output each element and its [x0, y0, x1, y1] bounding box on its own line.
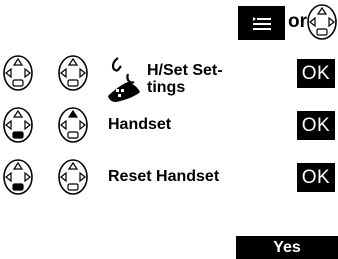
ok-button[interactable]: OK: [297, 163, 335, 192]
navigation-key-icon: [58, 159, 88, 195]
navigation-key-icon: [3, 107, 33, 143]
navigation-key-row2-a[interactable]: [2, 106, 34, 144]
navigation-key-icon: [58, 55, 88, 91]
navigation-key-row1-b[interactable]: [57, 54, 89, 92]
menu-item-label-line1: H/Set Set-: [147, 62, 223, 79]
navigation-key-row1-a[interactable]: [2, 54, 34, 92]
menu-key[interactable]: [238, 6, 285, 40]
navigation-key-row3-a[interactable]: [2, 158, 34, 196]
menu-item-label-line2: tings: [147, 79, 186, 96]
yes-softkey[interactable]: Yes: [236, 236, 338, 259]
navigation-key-top[interactable]: [306, 3, 338, 41]
navigation-key-row2-b[interactable]: [57, 106, 89, 144]
ok-button[interactable]: OK: [297, 111, 335, 140]
navigation-key-row3-b[interactable]: [57, 158, 89, 196]
navigation-key-icon: [3, 159, 33, 195]
menu-item-handset-settings: H/Set Set- tings: [147, 62, 223, 96]
menu-item-handset: Handset: [108, 116, 172, 133]
menu-key-icon: [252, 17, 271, 30]
ok-button[interactable]: OK: [297, 59, 335, 88]
menu-item-reset-handset: Reset Handset: [108, 168, 220, 185]
navigation-key-icon: [3, 55, 33, 91]
handset-icon: [106, 56, 144, 104]
navigation-key-icon: [58, 107, 88, 143]
navigation-key-icon: [307, 4, 337, 40]
or-separator: or: [288, 11, 307, 32]
